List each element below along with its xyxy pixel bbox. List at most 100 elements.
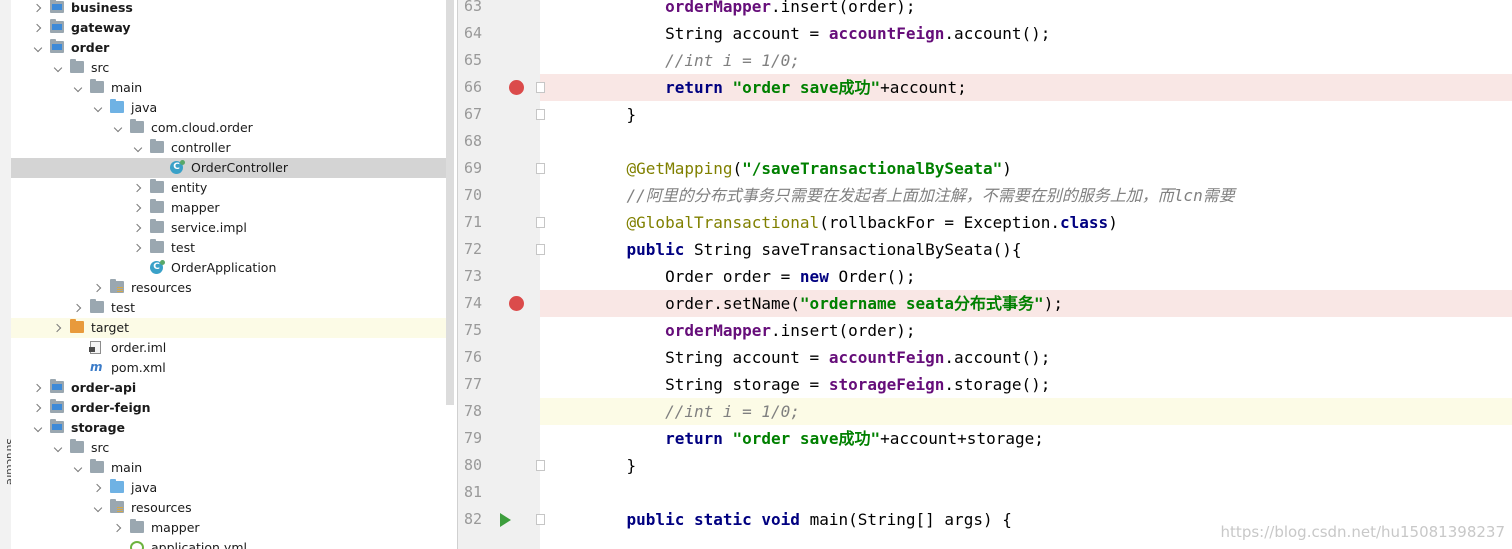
- line-number: 74: [463, 294, 482, 312]
- chevron-down-icon[interactable]: [113, 118, 123, 138]
- code-line[interactable]: 76 String account = accountFeign.account…: [458, 344, 1512, 371]
- code-line[interactable]: 78 //int i = 1/0;: [458, 398, 1512, 425]
- chevron-right-icon[interactable]: [113, 518, 123, 538]
- tree-item-order[interactable]: order: [11, 38, 454, 58]
- tree-item-label: gateway: [71, 20, 131, 35]
- tree-item-src[interactable]: src: [11, 58, 454, 78]
- chevron-down-icon[interactable]: [73, 78, 83, 98]
- fold-marker-icon[interactable]: [536, 514, 545, 525]
- code-line[interactable]: 70 //阿里的分布式事务只需要在发起者上面加注解，不需要在别的服务上加，而lc…: [458, 182, 1512, 209]
- tree-item-mapper[interactable]: mapper: [11, 198, 454, 218]
- tree-item-order-api[interactable]: order-api: [11, 378, 454, 398]
- module-folder-icon: [50, 19, 64, 33]
- fold-marker-icon[interactable]: [536, 163, 545, 174]
- run-icon[interactable]: [500, 513, 511, 527]
- fold-marker-icon[interactable]: [536, 244, 545, 255]
- folder-icon: [70, 439, 84, 453]
- tree-item-label: OrderApplication: [171, 260, 277, 275]
- tree-item-test[interactable]: test: [11, 298, 454, 318]
- tree-item-com-cloud-order[interactable]: com.cloud.order: [11, 118, 454, 138]
- tree-item-java[interactable]: java: [11, 478, 454, 498]
- code-line[interactable]: 68: [458, 128, 1512, 155]
- code-line[interactable]: 81: [458, 479, 1512, 506]
- chevron-down-icon[interactable]: [53, 58, 63, 78]
- tree-item-main[interactable]: main: [11, 78, 454, 98]
- chevron-right-icon[interactable]: [133, 218, 143, 238]
- code-line[interactable]: 71 @GlobalTransactional(rollbackFor = Ex…: [458, 209, 1512, 236]
- tree-item-label: test: [111, 300, 136, 315]
- tree-item-order-feign[interactable]: order-feign: [11, 398, 454, 418]
- code-line[interactable]: 74 order.setName("ordername seata分布式事务")…: [458, 290, 1512, 317]
- tree-item-ordercontroller[interactable]: C OrderController: [11, 158, 454, 178]
- tree-item-label: src: [91, 60, 110, 75]
- chevron-right-icon[interactable]: [133, 178, 143, 198]
- tree-item-order-iml[interactable]: order.iml: [11, 338, 454, 358]
- chevron-right-icon[interactable]: [133, 238, 143, 258]
- chevron-right-icon[interactable]: [33, 0, 43, 18]
- tree-item-storage[interactable]: storage: [11, 418, 454, 438]
- tree-item-orderapplication[interactable]: C OrderApplication: [11, 258, 454, 278]
- tree-item-mapper[interactable]: mapper: [11, 518, 454, 538]
- resources-folder-icon: [110, 499, 124, 513]
- project-tree[interactable]: business gateway order src main java com.cloud…: [11, 0, 454, 549]
- line-number: 72: [463, 240, 482, 258]
- code-line[interactable]: 77 String storage = storageFeign.storage…: [458, 371, 1512, 398]
- tree-item-entity[interactable]: entity: [11, 178, 454, 198]
- line-number: 63: [463, 0, 482, 15]
- tree-item-test[interactable]: test: [11, 238, 454, 258]
- tree-item-target[interactable]: target: [11, 318, 454, 338]
- line-number: 78: [463, 402, 482, 420]
- tree-scrollbar[interactable]: [446, 0, 454, 405]
- code-line[interactable]: 79 return "order save成功"+account+storage…: [458, 425, 1512, 452]
- breakpoint-icon[interactable]: [509, 296, 524, 311]
- tree-item-java[interactable]: java: [11, 98, 454, 118]
- chevron-down-icon[interactable]: [53, 438, 63, 458]
- chevron-down-icon[interactable]: [73, 458, 83, 478]
- code-line[interactable]: 73 Order order = new Order();: [458, 263, 1512, 290]
- chevron-right-icon[interactable]: [33, 398, 43, 418]
- code-line[interactable]: 72 public String saveTransactionalBySeat…: [458, 236, 1512, 263]
- chevron-down-icon[interactable]: [93, 98, 103, 118]
- chevron-right-icon[interactable]: [33, 378, 43, 398]
- excluded-folder-icon: [70, 319, 84, 333]
- code-line[interactable]: 64 String account = accountFeign.account…: [458, 20, 1512, 47]
- chevron-right-icon[interactable]: [53, 318, 63, 338]
- chevron-down-icon[interactable]: [133, 138, 143, 158]
- tree-item-main[interactable]: main: [11, 458, 454, 478]
- tree-item-application-yml[interactable]: application.yml: [11, 538, 454, 549]
- fold-marker-icon[interactable]: [536, 217, 545, 228]
- chevron-right-icon[interactable]: [33, 18, 43, 38]
- code-line[interactable]: 80 }: [458, 452, 1512, 479]
- tree-item-service-impl[interactable]: service.impl: [11, 218, 454, 238]
- chevron-right-icon[interactable]: [93, 478, 103, 498]
- line-number: 75: [463, 321, 482, 339]
- chevron-down-icon[interactable]: [33, 38, 43, 58]
- code-line[interactable]: 69 @GetMapping("/saveTransactionalBySeat…: [458, 155, 1512, 182]
- tree-item-controller[interactable]: controller: [11, 138, 454, 158]
- tree-item-gateway[interactable]: gateway: [11, 18, 454, 38]
- tree-item-pom-xml[interactable]: m pom.xml: [11, 358, 454, 378]
- code-text: }: [588, 105, 637, 124]
- chevron-down-icon[interactable]: [33, 418, 43, 438]
- tree-item-label: business: [71, 0, 133, 15]
- breakpoint-icon[interactable]: [509, 80, 524, 95]
- tree-item-src[interactable]: src: [11, 438, 454, 458]
- tree-item-business[interactable]: business: [11, 0, 454, 18]
- line-number: 77: [463, 375, 482, 393]
- chevron-right-icon[interactable]: [133, 198, 143, 218]
- tree-item-resources[interactable]: resources: [11, 498, 454, 518]
- code-line[interactable]: 63 orderMapper.insert(order);: [458, 0, 1512, 20]
- code-line[interactable]: 66 return "order save成功"+account;: [458, 74, 1512, 101]
- code-editor[interactable]: 63 orderMapper.insert(order); 64 String a…: [457, 0, 1512, 549]
- fold-marker-icon[interactable]: [536, 82, 545, 93]
- tree-item-resources[interactable]: resources: [11, 278, 454, 298]
- code-line[interactable]: 67 }: [458, 101, 1512, 128]
- code-line[interactable]: 65 //int i = 1/0;: [458, 47, 1512, 74]
- fold-marker-icon[interactable]: [536, 460, 545, 471]
- code-line[interactable]: 75 orderMapper.insert(order);: [458, 317, 1512, 344]
- chevron-right-icon[interactable]: [73, 298, 83, 318]
- fold-marker-icon[interactable]: [536, 109, 545, 120]
- chevron-down-icon[interactable]: [93, 498, 103, 518]
- chevron-right-icon[interactable]: [93, 278, 103, 298]
- tree-item-label: storage: [71, 420, 126, 435]
